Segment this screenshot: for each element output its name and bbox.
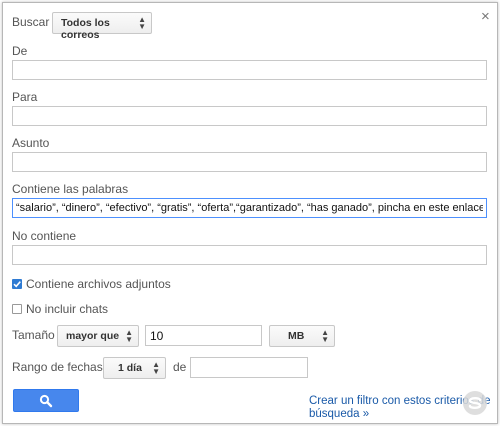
no-chats-label: No incluir chats	[26, 302, 109, 316]
select-arrows-icon: ▲ ▼	[138, 15, 146, 31]
size-operator-select[interactable]: mayor que ▲ ▼	[57, 325, 139, 347]
has-attachment-checkbox[interactable]	[12, 279, 22, 289]
search-scope-select[interactable]: Todos los correos ▲ ▼	[52, 12, 152, 41]
search-scope-value: Todos los correos	[61, 17, 110, 41]
checkmark-icon	[13, 281, 21, 288]
search-options-dialog: Buscar Todos los correos ▲ ▼ × De Para As…	[2, 2, 498, 424]
size-unit-value: MB	[288, 330, 305, 342]
to-label: Para	[12, 90, 38, 104]
close-icon[interactable]: ×	[481, 8, 490, 25]
has-words-field[interactable]	[12, 198, 487, 218]
select-arrows-icon: ▲ ▼	[125, 328, 133, 344]
doesnt-have-label: No contiene	[12, 229, 77, 243]
date-range-value: 1 día	[118, 362, 142, 374]
watermark-logo	[463, 391, 487, 415]
subject-label: Asunto	[12, 136, 50, 150]
date-range-select[interactable]: 1 día ▲ ▼	[103, 357, 166, 379]
date-field[interactable]	[190, 357, 308, 378]
from-label: De	[12, 44, 28, 58]
has-words-label: Contiene las palabras	[12, 182, 129, 196]
size-value-field[interactable]	[145, 325, 262, 346]
date-of-label: de	[173, 360, 187, 374]
subject-field[interactable]	[12, 152, 487, 172]
search-label: Buscar	[12, 15, 50, 29]
size-label: Tamaño	[12, 328, 55, 342]
select-arrows-icon: ▲ ▼	[321, 328, 329, 344]
search-button[interactable]	[13, 389, 79, 412]
select-arrows-icon: ▲ ▼	[152, 360, 160, 376]
no-chats-checkbox[interactable]	[12, 304, 22, 314]
date-range-label: Rango de fechas	[12, 360, 103, 374]
doesnt-have-field[interactable]	[12, 245, 487, 265]
size-operator-value: mayor que	[66, 330, 120, 342]
to-field[interactable]	[12, 106, 487, 126]
search-icon	[39, 394, 53, 408]
has-attachment-label: Contiene archivos adjuntos	[26, 277, 171, 291]
size-unit-select[interactable]: MB ▲ ▼	[269, 325, 335, 347]
from-field[interactable]	[12, 60, 487, 80]
create-filter-line2: búsqueda »	[309, 408, 370, 420]
